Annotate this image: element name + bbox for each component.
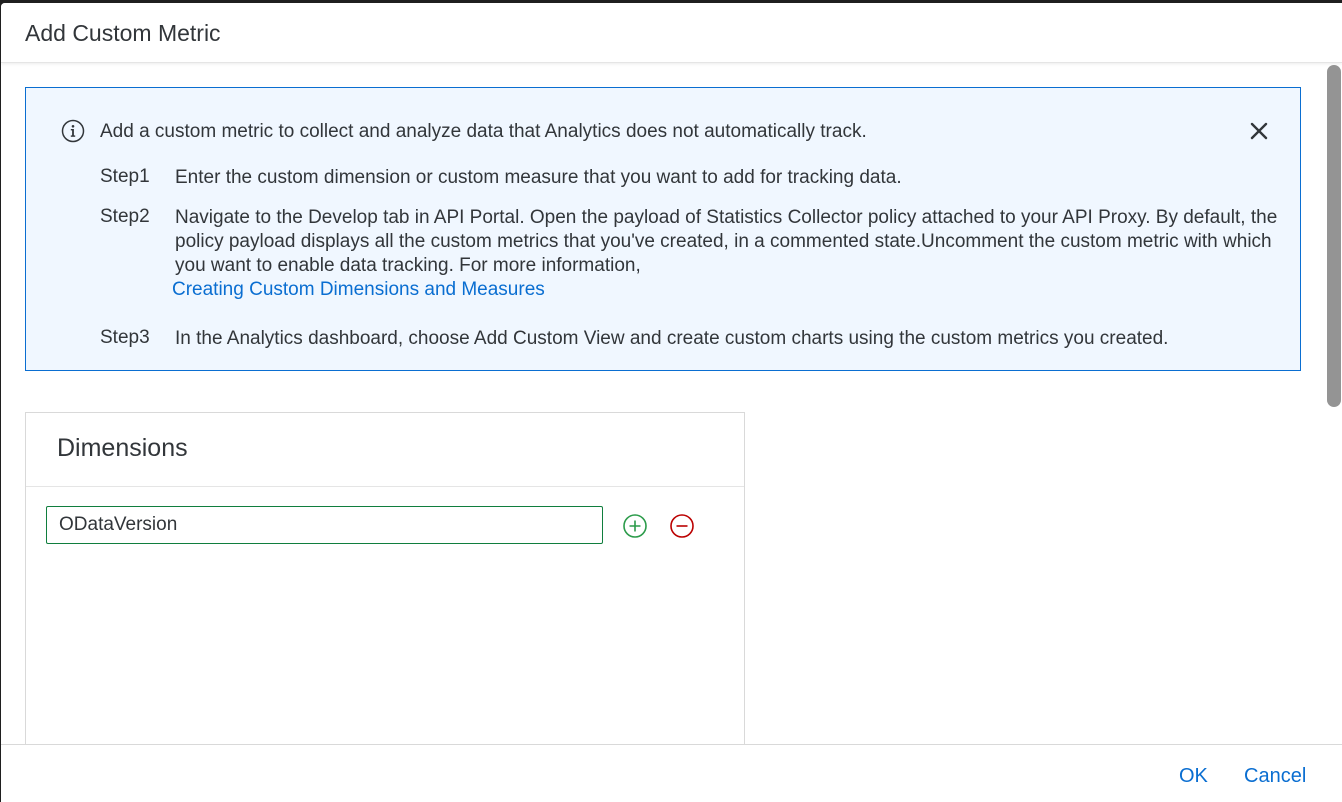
- vertical-scrollbar[interactable]: [1326, 63, 1342, 744]
- step-label: Step1: [100, 166, 150, 187]
- step-text: In the Analytics dashboard, choose Add C…: [175, 328, 1169, 349]
- info-icon: [61, 119, 85, 143]
- creating-custom-dimensions-link[interactable]: Creating Custom Dimensions and Measures: [172, 278, 545, 302]
- info-message-strip: Add a custom metric to collect and analy…: [25, 87, 1301, 371]
- dimensions-panel-header: Dimensions: [26, 413, 744, 487]
- add-custom-metric-dialog: Add Custom Metric Add a custom metric to…: [1, 3, 1342, 802]
- ok-button[interactable]: OK: [1179, 765, 1208, 788]
- step-text: Navigate to the Develop tab in API Porta…: [175, 207, 1278, 276]
- step-text: Enter the custom dimension or custom mea…: [175, 167, 902, 188]
- dialog-header: Add Custom Metric: [1, 3, 1342, 63]
- step-text-block: Navigate to the Develop tab in API Porta…: [172, 206, 1285, 302]
- remove-circle-icon[interactable]: [669, 513, 695, 539]
- step-label: Step2: [100, 206, 150, 227]
- step-label: Step3: [100, 327, 150, 348]
- dialog-title: Add Custom Metric: [25, 20, 221, 46]
- add-circle-icon[interactable]: [622, 513, 648, 539]
- dialog-content: Add a custom metric to collect and analy…: [1, 63, 1342, 744]
- close-icon[interactable]: [1246, 118, 1272, 144]
- dimension-input[interactable]: [46, 506, 603, 544]
- info-message-text: Add a custom metric to collect and analy…: [100, 121, 867, 142]
- dimensions-panel: Dimensions: [25, 412, 745, 744]
- cancel-button[interactable]: Cancel: [1244, 765, 1306, 788]
- dialog-footer: OK Cancel: [1, 744, 1342, 802]
- dimensions-title: Dimensions: [57, 434, 188, 462]
- scrollbar-thumb[interactable]: [1327, 65, 1341, 407]
